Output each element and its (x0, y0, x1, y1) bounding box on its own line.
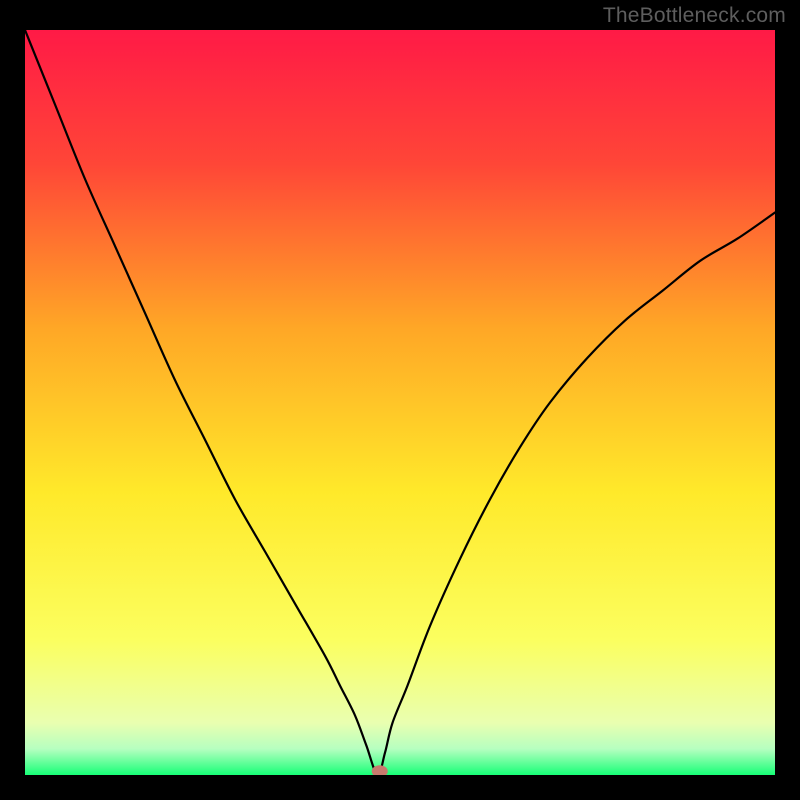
attribution-text: TheBottleneck.com (603, 4, 786, 28)
plot-area (25, 30, 775, 775)
chart-frame: TheBottleneck.com (0, 0, 800, 800)
gradient-background (25, 30, 775, 775)
bottleneck-chart (25, 30, 775, 775)
